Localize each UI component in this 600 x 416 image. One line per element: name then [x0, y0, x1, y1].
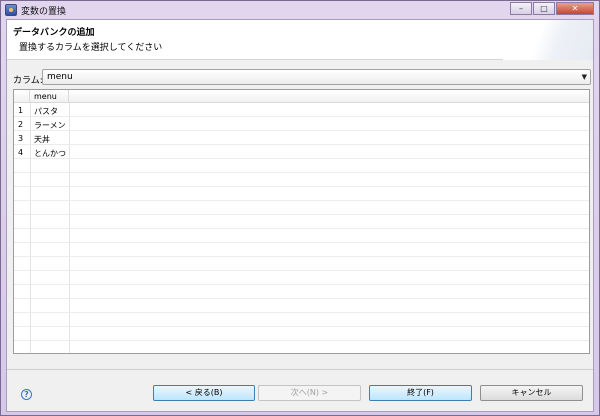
- window-controls: – □ ✕: [509, 2, 594, 16]
- empty-row: [14, 257, 589, 271]
- chevron-down-icon[interactable]: ▼: [582, 73, 587, 81]
- column-values-table[interactable]: menu 1 パスタ 2 ラーメン 3 天丼 4 とんかつ: [13, 89, 590, 354]
- close-icon[interactable]: ✕: [556, 2, 594, 15]
- finish-button[interactable]: 終了(F): [369, 385, 472, 401]
- row-value: とんかつ: [34, 149, 66, 158]
- empty-row: [14, 341, 589, 353]
- help-icon[interactable]: ?: [21, 389, 32, 400]
- row-index: 3: [18, 134, 24, 143]
- empty-row: [14, 229, 589, 243]
- page-description: 置換するカラムを選択してください: [19, 43, 163, 53]
- wizard-banner: データバンクの追加 置換するカラムを選択してください: [7, 20, 593, 60]
- empty-row: [14, 159, 589, 173]
- column-select-value: menu: [47, 72, 73, 82]
- banner-decoration: [503, 20, 593, 60]
- table-row[interactable]: 4 とんかつ: [14, 145, 589, 159]
- app-icon: [5, 4, 17, 16]
- empty-row: [14, 187, 589, 201]
- maximize-icon[interactable]: □: [533, 2, 555, 15]
- empty-row: [14, 201, 589, 215]
- window-title: 変数の置換: [21, 7, 67, 17]
- page-title: データバンクの追加: [13, 28, 95, 38]
- column-label: カラム:: [13, 76, 43, 86]
- index-column-header: [14, 90, 30, 103]
- empty-row: [14, 173, 589, 187]
- table-row[interactable]: 1 パスタ: [14, 103, 589, 117]
- menu-column-header[interactable]: menu: [30, 90, 69, 103]
- table-row[interactable]: 3 天丼: [14, 131, 589, 145]
- table-body: 1 パスタ 2 ラーメン 3 天丼 4 とんかつ: [14, 103, 589, 353]
- row-value: 天丼: [34, 135, 50, 144]
- row-index: 1: [18, 106, 24, 115]
- back-button[interactable]: < 戻る(B): [153, 385, 255, 401]
- row-index: 2: [18, 120, 24, 129]
- empty-row: [14, 271, 589, 285]
- next-button[interactable]: 次へ(N) >: [258, 385, 361, 401]
- cancel-button[interactable]: キャンセル: [480, 385, 583, 401]
- dialog-client-area: データバンクの追加 置換するカラムを選択してください カラム: menu ▼ m…: [6, 19, 594, 412]
- empty-row: [14, 243, 589, 257]
- empty-row: [14, 215, 589, 229]
- row-value: ラーメン: [34, 121, 66, 130]
- column-select[interactable]: menu ▼: [42, 69, 591, 85]
- empty-row: [14, 313, 589, 327]
- empty-row: [14, 299, 589, 313]
- minimize-icon[interactable]: –: [510, 2, 532, 15]
- row-value: パスタ: [34, 107, 58, 116]
- dialog-window: 変数の置換 – □ ✕ データバンクの追加 置換するカラムを選択してください カ…: [0, 0, 600, 416]
- footer-divider: [7, 369, 593, 370]
- table-header: menu: [14, 90, 589, 103]
- title-bar[interactable]: 変数の置換 – □ ✕: [1, 1, 599, 19]
- empty-row: [14, 285, 589, 299]
- row-index: 4: [18, 148, 24, 157]
- table-row[interactable]: 2 ラーメン: [14, 117, 589, 131]
- empty-row: [14, 327, 589, 341]
